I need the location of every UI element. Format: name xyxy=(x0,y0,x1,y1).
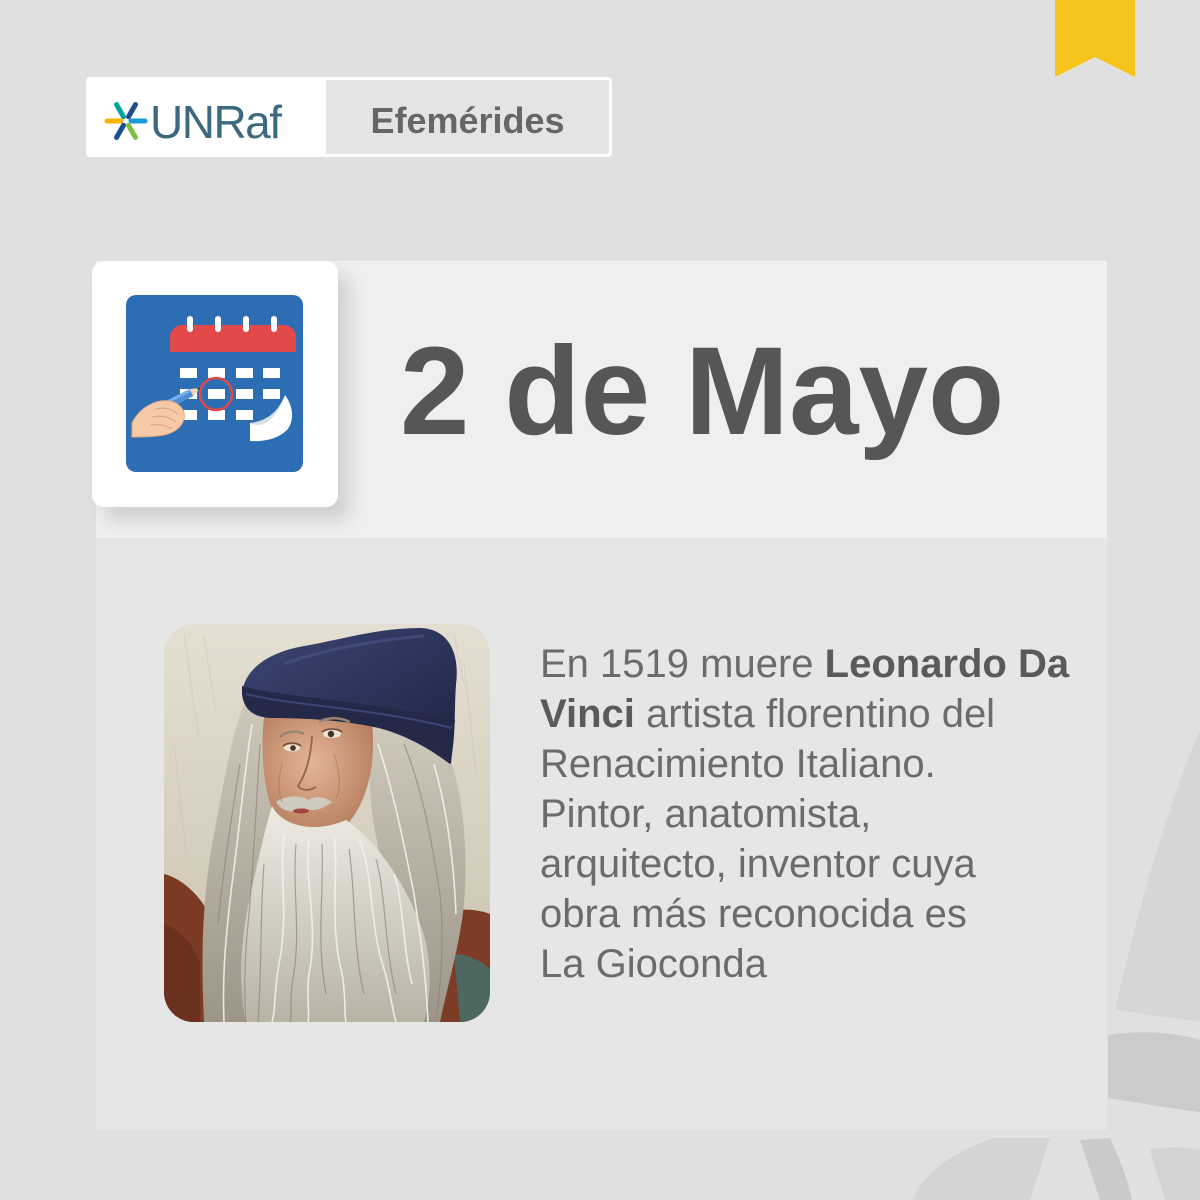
leonardo-portrait-image xyxy=(164,624,490,1022)
header-badge: UNRaf Efemérides xyxy=(86,77,612,157)
description-line: Pintor, anatomista, xyxy=(540,792,872,836)
description-text: artista florentino del xyxy=(634,692,996,736)
description-line: La Gioconda xyxy=(540,942,767,986)
date-title: 2 de Mayo xyxy=(400,322,1005,461)
bookmark-ribbon-icon xyxy=(1055,0,1135,77)
calendar-card xyxy=(92,261,338,507)
section-tag: Efemérides xyxy=(326,80,609,154)
event-description: En 1519 muere Leonardo Da Vinci artista … xyxy=(540,639,1100,989)
efemerides-post: UNRaf Efemérides 2 de Mayo En 1519 muere… xyxy=(0,0,1200,1200)
description-text: En 1519 muere xyxy=(540,642,825,686)
description-line: En 1519 muere Leonardo Da xyxy=(540,639,1100,689)
description-line: Renacimiento Italiano. xyxy=(540,742,936,786)
logo-text: UNRaf xyxy=(150,96,282,148)
unraf-asterisk-icon xyxy=(104,99,148,143)
description-line: obra más reconocida es xyxy=(540,892,967,936)
unraf-logo: UNRaf xyxy=(86,77,325,157)
person-name: Vinci xyxy=(540,692,635,736)
description-line: Vinci artista florentino del xyxy=(540,689,1100,739)
section-label: Efemérides xyxy=(370,100,565,141)
person-name: Leonardo Da xyxy=(824,642,1070,686)
calendar-icon xyxy=(126,295,303,472)
description-line: arquitecto, inventor cuya xyxy=(540,842,976,886)
